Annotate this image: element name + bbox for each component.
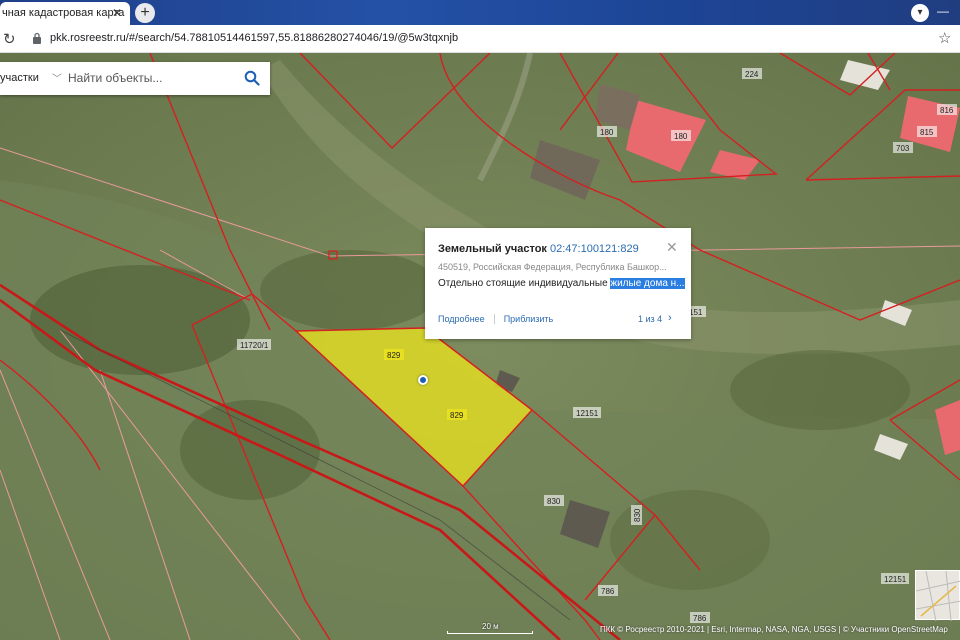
plot-label-703: 703 <box>893 142 913 153</box>
plot-label-815: 815 <box>917 126 937 137</box>
plot-label: 829 <box>450 411 464 420</box>
plot-label: 224 <box>745 70 759 79</box>
plot-label: 151 <box>689 308 703 317</box>
tree-cluster <box>730 350 910 430</box>
lock-icon <box>33 32 41 44</box>
plot-label: 829 <box>387 351 401 360</box>
plot-label-829a: 829 <box>384 349 404 360</box>
location-marker[interactable] <box>418 375 428 385</box>
scale-label: 20 м <box>482 622 499 631</box>
plot-label-12151b: 12151 <box>881 573 909 584</box>
browser-tab-bar: чная кадастровая карта ✕ + ▾ — <box>0 0 960 25</box>
tab-close-icon[interactable]: ✕ <box>112 6 122 20</box>
plot-label-224: 224 <box>742 68 762 79</box>
chevron-right-icon[interactable]: › <box>668 312 672 324</box>
search-category-select[interactable]: участки <box>0 72 39 84</box>
result-pager: 1 из 4 <box>638 314 663 324</box>
map-attribution: ПКК © Росреестр 2010-2021 | Esri, Interm… <box>600 625 948 634</box>
url-field[interactable]: pkk.rosreestr.ru/#/search/54.78810514461… <box>50 32 458 44</box>
search-icon[interactable] <box>244 70 260 86</box>
plot-label: 816 <box>940 106 954 115</box>
plot-label-11720-1: 11720/1 <box>237 339 271 350</box>
popup-address: 450519, Российская Федерация, Республика… <box>438 262 667 272</box>
reload-icon[interactable]: ↻ <box>3 30 16 48</box>
address-bar: ↻ pkk.rosreestr.ru/#/search/54.788105144… <box>0 25 960 53</box>
permitted-use-selected-text: жилые дома н... <box>610 278 685 289</box>
plot-label: 180 <box>674 132 688 141</box>
plot-label: 180 <box>600 128 614 137</box>
plot-label: 703 <box>896 144 910 153</box>
browser-tab[interactable]: чная кадастровая карта ✕ <box>0 2 130 25</box>
close-icon[interactable]: ✕ <box>666 239 678 256</box>
permitted-use-text: Отдельно стоящие индивидуальные <box>438 278 611 289</box>
plot-label-180a: 180 <box>597 126 617 137</box>
scale-bar <box>447 631 533 634</box>
map-icon <box>915 570 960 622</box>
tree-cluster <box>260 250 440 330</box>
popup-actions: Подробнее Приблизить <box>438 314 553 324</box>
zoom-to-link[interactable]: Приблизить <box>504 314 554 324</box>
plot-label-12151a: 12151 <box>573 407 601 418</box>
plot-label-786a: 786 <box>598 585 618 596</box>
search-input[interactable] <box>68 68 236 88</box>
plot-label: 830 <box>547 497 561 506</box>
popup-title: Земельный участок 02:47:100121:829 <box>438 243 639 255</box>
plot-label: 11720/1 <box>240 341 269 350</box>
plot-label-180b: 180 <box>671 130 691 141</box>
cadastral-map[interactable]: 224 180 180 816 815 703 11720/1 829 829 … <box>0 53 960 640</box>
chevron-down-icon[interactable]: ▾ <box>911 4 929 22</box>
plot-label-816: 816 <box>937 104 957 115</box>
plot-label-830a: 830 <box>544 495 564 506</box>
minimize-icon[interactable]: — <box>937 4 949 18</box>
plot-label-830b: 830 <box>631 505 642 525</box>
tab-title: чная кадастровая карта <box>2 7 125 19</box>
parcel-info-popup: Земельный участок 02:47:100121:829 ✕ 450… <box>425 228 691 339</box>
search-panel: участки ﹀ <box>0 62 270 95</box>
basemap-switcher[interactable] <box>915 570 960 622</box>
cadastral-number[interactable]: 02:47:100121:829 <box>550 243 639 255</box>
plot-label-829b: 829 <box>447 409 467 420</box>
popup-permitted-use: Отдельно стоящие индивидуальные жилые до… <box>438 278 685 289</box>
plot-label: 12151 <box>576 409 599 418</box>
bookmark-star-icon[interactable]: ☆ <box>938 29 951 47</box>
chevron-down-icon[interactable]: ﹀ <box>52 70 62 85</box>
plot-label: 786 <box>693 614 707 623</box>
plot-label: 12151 <box>884 575 907 584</box>
map-canvas[interactable]: 224 180 180 816 815 703 11720/1 829 829 … <box>0 53 960 640</box>
new-tab-button[interactable]: + <box>135 3 155 23</box>
details-link[interactable]: Подробнее <box>438 314 485 324</box>
popup-title-label: Земельный участок <box>438 243 547 255</box>
plot-label: 815 <box>920 128 934 137</box>
divider <box>493 314 495 324</box>
plot-label: 786 <box>601 587 615 596</box>
plot-label: 830 <box>633 508 642 522</box>
plot-label-786b: 786 <box>690 612 710 623</box>
